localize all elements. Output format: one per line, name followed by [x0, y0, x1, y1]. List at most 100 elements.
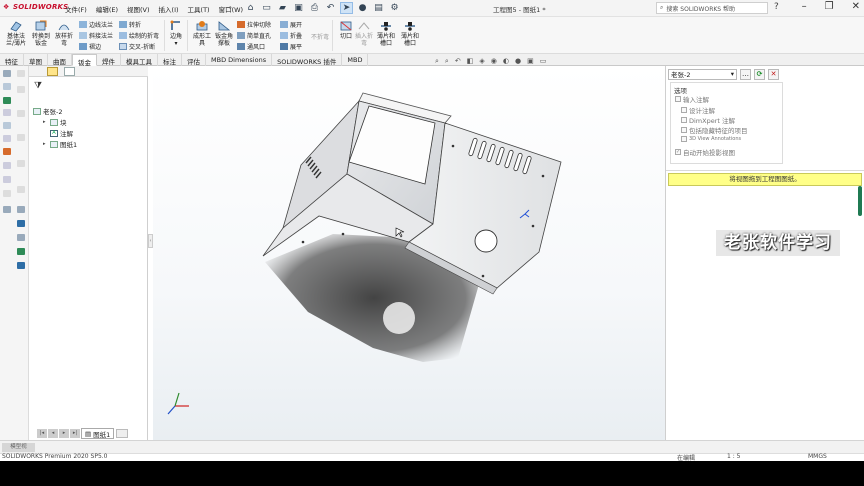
sheet-tab[interactable]: ▤ 图纸1 [81, 428, 115, 439]
corners-button[interactable]: 边角 ▾ [165, 19, 187, 47]
status-scale[interactable]: 1 : 5 [727, 453, 740, 460]
tool-icon[interactable] [17, 110, 25, 117]
checkbox-auto-projected-view[interactable]: ✓ [675, 149, 681, 155]
document-select-dropdown[interactable]: 老张-2 ▾ [668, 68, 737, 80]
tool-icon[interactable] [17, 86, 25, 93]
add-sheet-icon[interactable] [116, 429, 128, 438]
feature-manager-tab-icon[interactable] [47, 67, 58, 76]
next-sheet-icon[interactable]: ▸ [59, 429, 69, 438]
lofted-bend-button[interactable]: 放样折 弯 [50, 19, 78, 47]
print-icon[interactable]: ⎙ [308, 2, 321, 14]
property-manager-tab-icon[interactable] [64, 67, 75, 76]
option-3d-view-annotations[interactable]: 3D View Annotations [681, 136, 741, 142]
checkbox-hidden-features[interactable] [681, 127, 687, 133]
sketched-bend-button[interactable]: 绘制的折弯 [119, 31, 159, 40]
new-document-icon[interactable]: ▭ [260, 2, 273, 14]
option-import-annotations[interactable]: 输入注解 [675, 94, 709, 104]
prev-sheet-icon[interactable]: ◂ [48, 429, 58, 438]
expand-arrow-icon[interactable]: ▸ [43, 141, 48, 147]
pane-scrollbar[interactable] [858, 186, 862, 216]
tool-icon[interactable] [3, 190, 11, 197]
fold-button[interactable]: 折叠 [280, 31, 302, 40]
tool-icon[interactable] [3, 109, 11, 116]
tool-icon[interactable] [3, 148, 11, 155]
search-help-field[interactable]: ⌕ 搜索 SOLIDWORKS 帮助 [656, 2, 768, 14]
tool-icon[interactable] [17, 234, 25, 241]
tree-item-annotations[interactable]: A 注解 [43, 128, 73, 138]
refresh-icon[interactable]: ⟳ [754, 68, 765, 80]
file-properties-icon[interactable]: ▤ [372, 2, 385, 14]
hide-show-icon[interactable]: ◐ [503, 57, 509, 66]
checkbox-3d-view-annotations[interactable] [681, 136, 687, 142]
tab-mbd[interactable]: MBD [342, 54, 369, 66]
menu-tools[interactable]: 工具(T) [188, 4, 210, 14]
tab-solidworks-addins[interactable]: SOLIDWORKS 插件 [272, 54, 343, 66]
tool-icon[interactable] [17, 262, 25, 269]
option-dimxpert-annotations[interactable]: DimXpert 注解 [681, 115, 735, 125]
tab-weldments[interactable]: 焊件 [97, 54, 121, 66]
simple-hole-button[interactable]: 简单直孔 [237, 31, 271, 40]
tool-icon[interactable] [17, 160, 25, 167]
tab-sketch[interactable]: 草图 [24, 54, 48, 66]
zoom-area-icon[interactable]: ⌕ [445, 57, 449, 66]
tree-item-blocks[interactable]: ▸ 块 [43, 117, 67, 127]
tool-icon[interactable] [17, 70, 25, 77]
filter-icon[interactable]: ⧩ [34, 81, 42, 91]
view-orientation-icon[interactable]: ◈ [479, 57, 484, 66]
cross-break-button[interactable]: 交叉-折断 [119, 42, 155, 51]
zoom-to-fit-icon[interactable]: ⌕ [435, 57, 439, 66]
status-units[interactable]: MMGS [808, 453, 827, 460]
corners-dropdown-icon[interactable]: ▾ [174, 40, 177, 47]
pin-icon[interactable]: ⊸ [225, 3, 232, 12]
options-gear-icon[interactable]: ⚙ [388, 2, 401, 14]
view-settings-icon[interactable]: ▭ [540, 57, 547, 66]
model-tab[interactable]: 模型视 [2, 443, 35, 452]
checkbox-dimxpert-annotations[interactable] [681, 117, 687, 123]
miter-flange-button[interactable]: 斜接法兰 [79, 31, 113, 40]
undo-icon[interactable]: ↶ [324, 2, 337, 14]
restore-icon[interactable]: ❐ [825, 1, 834, 12]
tree-item-sheet1[interactable]: ▸ 图纸1 [43, 139, 77, 149]
checkbox-import-annotations[interactable] [675, 96, 681, 102]
select-pointer-icon[interactable]: ➤ [340, 2, 353, 14]
rebuild-icon[interactable]: ● [356, 2, 369, 14]
menu-edit[interactable]: 编辑(E) [96, 4, 118, 14]
option-design-annotations[interactable]: 设计注解 [681, 105, 715, 115]
hem-button[interactable]: 褶边 [79, 42, 101, 51]
tool-icon[interactable] [17, 206, 25, 213]
tool-icon[interactable] [3, 122, 11, 129]
tool-icon[interactable] [17, 248, 25, 255]
jog-button[interactable]: 转折 [119, 20, 141, 29]
help-question-icon[interactable]: ? [774, 2, 779, 12]
no-bends-button[interactable]: 不折弯 [306, 34, 334, 41]
browse-ellipsis-button[interactable]: … [740, 68, 751, 80]
section-view-icon[interactable]: ◧ [467, 57, 474, 66]
expand-arrow-icon[interactable]: ▸ [43, 119, 48, 125]
tool-icon[interactable] [3, 70, 11, 77]
first-sheet-icon[interactable]: |◂ [37, 429, 47, 438]
open-folder-icon[interactable]: ▰ [276, 2, 289, 14]
menu-file[interactable]: 文件(F) [65, 4, 87, 14]
save-icon[interactable]: ▣ [292, 2, 305, 14]
display-style-icon[interactable]: ◉ [491, 57, 497, 66]
tab-features[interactable]: 特征 [0, 54, 24, 66]
tree-root[interactable]: 老张-2 [33, 106, 62, 116]
close-icon[interactable]: ✕ [852, 1, 860, 12]
base-flange-button[interactable]: 基体法 兰/薄片 [2, 19, 30, 47]
option-auto-projected-view[interactable]: ✓ 自动开始投影视图 [675, 147, 735, 157]
menu-view[interactable]: 视图(V) [127, 4, 150, 14]
scene-icon[interactable]: ▣ [527, 57, 534, 66]
clear-all-icon[interactable]: ✕ [768, 68, 779, 80]
tool-icon[interactable] [3, 83, 11, 90]
appearance-icon[interactable]: ● [515, 57, 521, 66]
unfold-button[interactable]: 展开 [280, 20, 302, 29]
option-hidden-features[interactable]: 包括隐藏特征的项目 [681, 125, 748, 135]
last-sheet-icon[interactable]: ▸| [70, 429, 80, 438]
tab-mold-tools[interactable]: 模具工具 [121, 54, 158, 66]
graphics-area[interactable] [153, 66, 665, 440]
tab-annotation[interactable]: 标注 [158, 54, 182, 66]
tool-icon[interactable] [17, 186, 25, 193]
tool-icon[interactable] [17, 220, 25, 227]
tab-and-slot-button-2[interactable]: 薄片和 槽口 [396, 19, 424, 47]
tab-evaluate[interactable]: 评估 [182, 54, 206, 66]
